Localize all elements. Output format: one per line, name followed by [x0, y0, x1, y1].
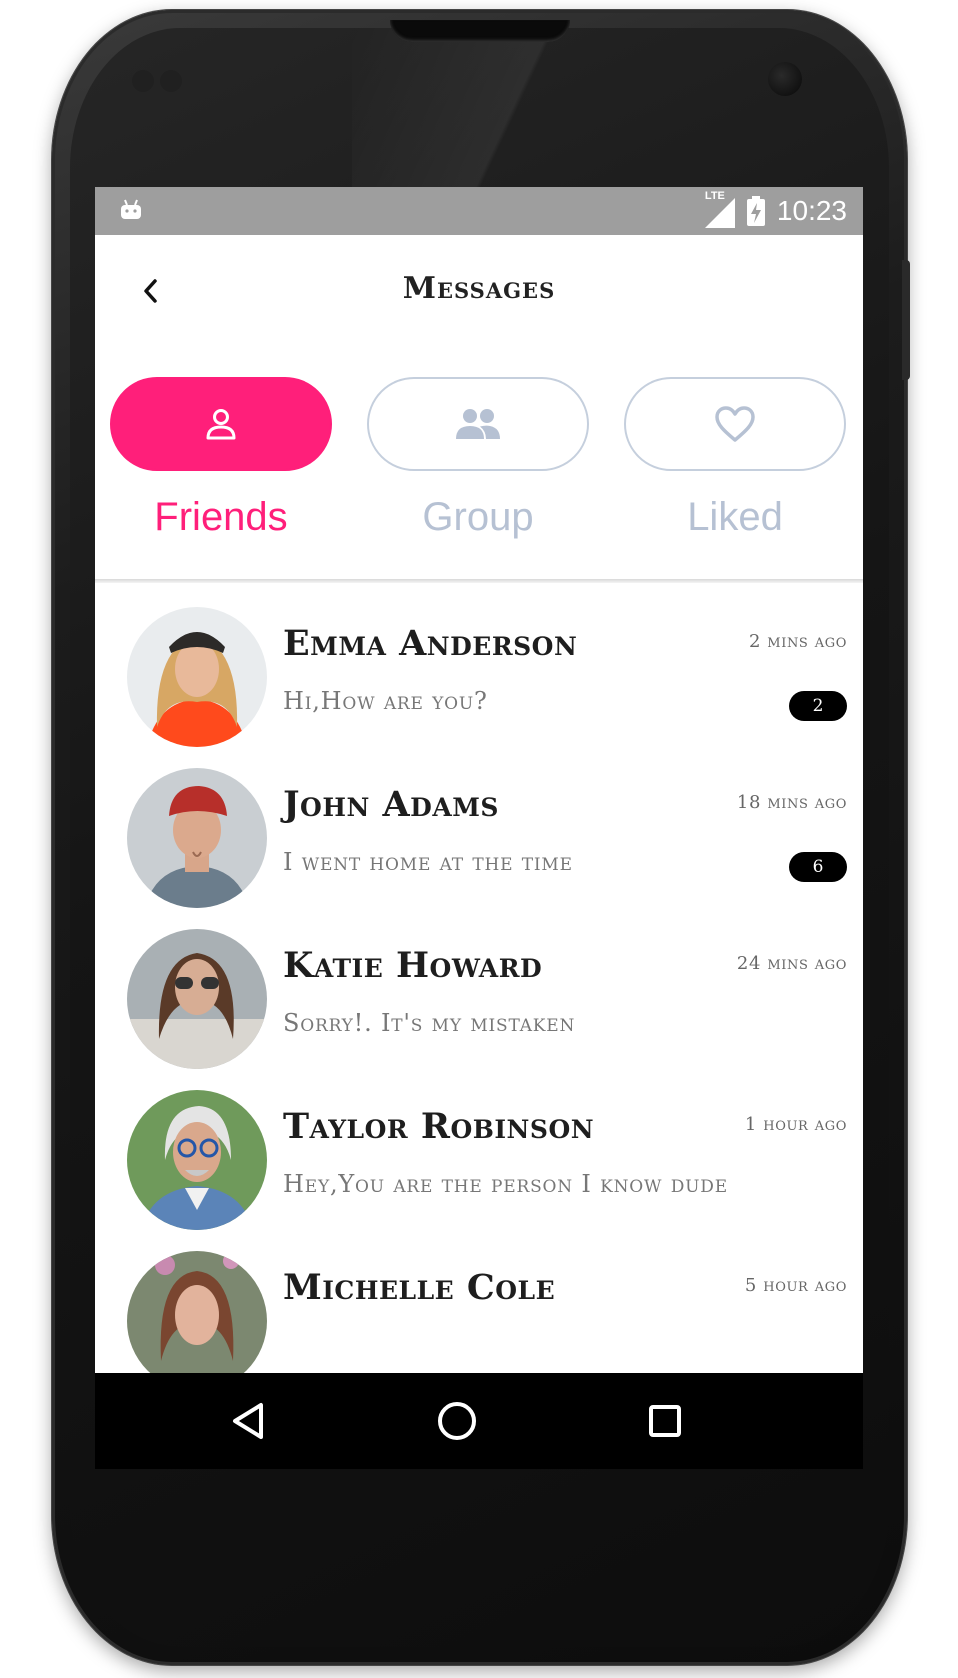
- system-navigation-bar: [95, 1373, 863, 1469]
- recents-square-icon: [649, 1405, 681, 1437]
- status-bar: LTE 10:23: [95, 187, 863, 235]
- message-row[interactable]: Katie Howard Sorry!. It's my mistaken 24…: [95, 905, 863, 1077]
- app-screen: LTE 10:23 Messages Friends Group Liked E…: [95, 187, 863, 1469]
- message-time: 5 hour ago: [744, 1275, 847, 1296]
- heart-icon: [715, 406, 755, 442]
- battery-charging-icon: [746, 196, 765, 226]
- earpiece-speaker: [390, 20, 570, 42]
- status-indicators: LTE 10:23: [699, 187, 847, 235]
- message-row[interactable]: Taylor Robinson Hey,You are the person I…: [95, 1066, 863, 1238]
- avatar: [127, 1251, 267, 1391]
- tab-label: Group: [422, 495, 534, 539]
- page-title: Messages: [402, 271, 556, 306]
- message-preview: Hi,How are you?: [283, 687, 488, 715]
- home-circle-icon: [438, 1402, 476, 1440]
- proximity-sensor: [132, 70, 154, 92]
- message-list: Emma Anderson Hi,How are you? 2 mins ago…: [95, 583, 863, 1469]
- phone-glare: [352, 28, 772, 188]
- message-row[interactable]: Emma Anderson Hi,How are you? 2 mins ago…: [95, 583, 863, 755]
- back-triangle-icon: [233, 1403, 263, 1439]
- contact-name: Katie Howard: [283, 945, 543, 986]
- tab-group[interactable]: Group: [367, 377, 589, 547]
- android-notification-icon: [121, 199, 141, 219]
- unread-badge: 6: [789, 852, 847, 882]
- nav-back-button[interactable]: [225, 1397, 273, 1445]
- lte-signal-icon: LTE: [699, 190, 735, 228]
- contact-name: Michelle Cole: [283, 1267, 556, 1308]
- tab-friends[interactable]: Friends: [110, 377, 332, 547]
- message-time: 24 mins ago: [736, 953, 847, 974]
- avatar: [127, 929, 267, 1069]
- message-row[interactable]: John Adams I went home at the time 18 mi…: [95, 744, 863, 916]
- contact-name: John Adams: [283, 784, 499, 825]
- message-time: 1 hour ago: [744, 1114, 847, 1135]
- tab-pill: [110, 377, 332, 471]
- message-preview: Sorry!. It's my mistaken: [283, 1009, 576, 1037]
- power-button: [902, 260, 910, 380]
- contact-name: Taylor Robinson: [283, 1106, 595, 1147]
- app-header: Messages: [95, 235, 863, 345]
- nav-home-button[interactable]: [433, 1397, 481, 1445]
- tab-label: Friends: [154, 495, 288, 539]
- tab-label: Liked: [687, 495, 783, 539]
- status-clock: 10:23: [776, 195, 847, 226]
- unread-badge: 2: [789, 691, 847, 721]
- tab-liked[interactable]: Liked: [624, 377, 846, 547]
- message-time: 18 mins ago: [736, 792, 847, 813]
- tab-pill: [367, 377, 589, 471]
- avatar: [127, 1090, 267, 1230]
- person-icon: [206, 409, 236, 440]
- category-tabs: Friends Group Liked: [95, 377, 863, 547]
- message-time: 2 mins ago: [748, 631, 847, 652]
- contact-name: Emma Anderson: [283, 623, 578, 664]
- light-sensor: [160, 70, 182, 92]
- message-preview: I went home at the time: [283, 848, 573, 876]
- avatar: [127, 607, 267, 747]
- nav-recents-button[interactable]: [641, 1397, 689, 1445]
- message-preview: Hey,You are the person I know dude: [283, 1170, 728, 1198]
- group-icon: [456, 409, 500, 439]
- avatar: [127, 768, 267, 908]
- front-camera: [768, 62, 802, 96]
- tab-pill: [624, 377, 846, 471]
